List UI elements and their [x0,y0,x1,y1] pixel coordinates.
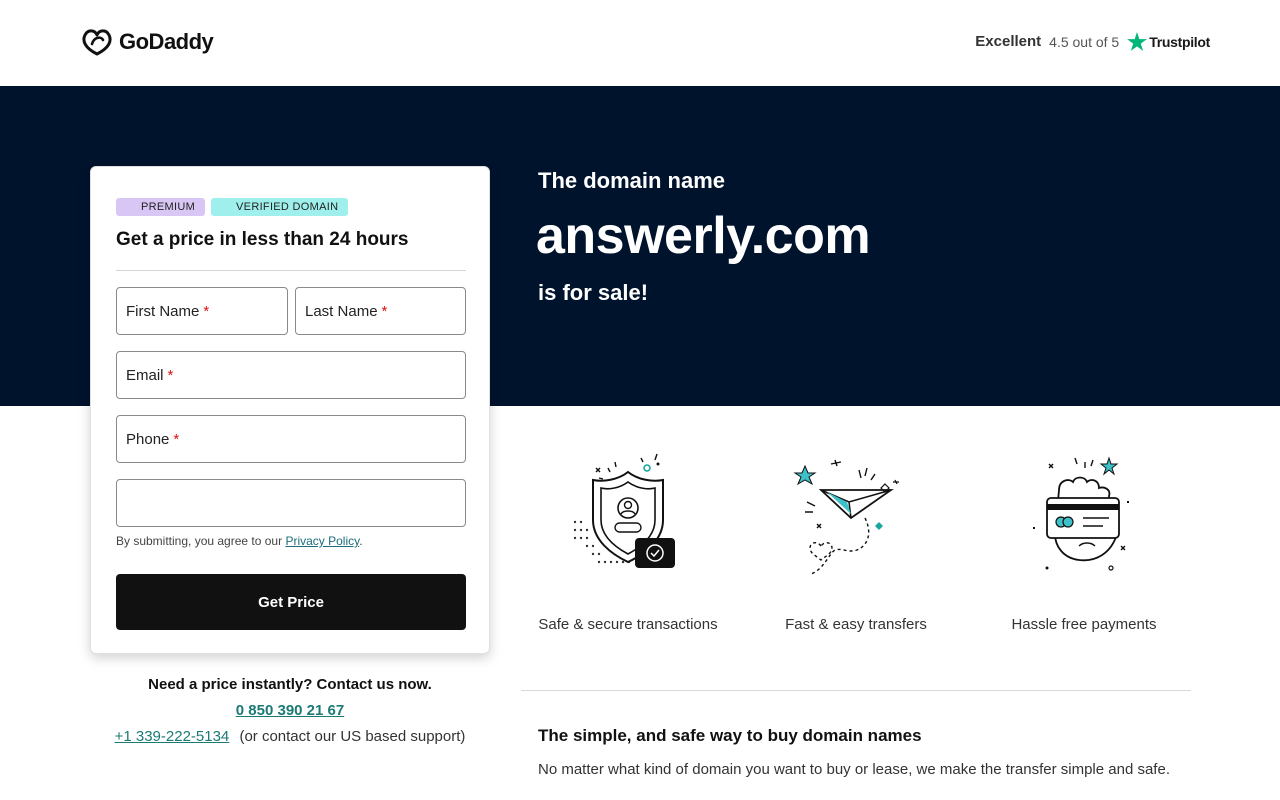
verified-domain-badge: VERIFIED DOMAIN [211,198,349,216]
required-mark: * [203,302,210,320]
badge-row: PREMIUM VERIFIED DOMAIN [116,198,349,216]
required-mark: * [381,302,388,320]
us-support-note: (or contact our US based support) [239,728,466,745]
feature-secure: Safe & secure transactions [518,450,738,633]
last-name-field[interactable]: Last Name * [295,287,466,335]
hero-subtitle: The domain name [538,168,726,193]
card-payment-icon [974,450,1194,590]
phone-field[interactable]: Phone * [116,415,466,463]
godaddy-logo[interactable]: GoDaddy [81,28,214,56]
contact-section: Need a price instantly? Contact us now. … [90,676,490,745]
trustpilot-brand: Trustpilot [1127,32,1210,51]
form-title: Get a price in less than 24 hours [116,229,409,250]
trustpilot-label: Trustpilot [1149,33,1210,50]
first-name-field[interactable]: First Name * [116,287,288,335]
section-divider [521,690,1191,691]
star-icon [1127,32,1148,51]
brand-name: GoDaddy [119,29,214,54]
phone-label: Phone [126,430,170,448]
godaddy-logo-icon [82,29,112,56]
feature-payments: Hassle free payments [974,450,1194,633]
feature-secure-label: Safe & secure transactions [538,616,718,633]
required-mark: * [173,430,180,448]
required-mark: * [167,366,174,384]
info-paragraph: No matter what kind of domain you want t… [538,761,1170,778]
us-phone-link[interactable]: +1 339-222-5134 [115,728,230,745]
us-support-line: +1 339-222-5134 (or contact our US based… [90,728,490,745]
site-header: GoDaddy Excellent 4.5 out of 5 Trustpilo… [0,0,1280,86]
hero-domain-name: answerly.com [536,207,871,265]
feature-transfers-label: Fast & easy transfers [785,616,927,633]
disclaimer-text: By submitting, you agree to our [116,534,283,548]
additional-field[interactable] [116,479,466,527]
form-divider [116,270,466,271]
get-price-button[interactable]: Get Price [116,574,466,630]
feature-transfers: Fast & easy transfers [746,450,966,633]
paper-plane-icon [746,450,966,590]
privacy-disclaimer: By submitting, you agree to our Privacy … [116,534,363,548]
email-label: Email [126,366,164,384]
last-name-label: Last Name [305,302,378,320]
trustpilot-rating[interactable]: Excellent 4.5 out of 5 Trustpilot [975,32,1210,51]
premium-badge: PREMIUM [116,198,206,216]
trust-label: Excellent [975,33,1042,50]
disclaimer-end: . [359,534,363,548]
first-name-label: First Name [126,302,200,320]
trust-score: 4.5 out of 5 [1049,33,1120,50]
contact-question: Need a price instantly? Contact us now. [148,676,432,693]
feature-payments-label: Hassle free payments [1011,616,1157,633]
info-heading: The simple, and safe way to buy domain n… [538,726,922,745]
privacy-policy-link[interactable]: Privacy Policy [285,534,359,548]
shield-icon [518,450,738,590]
email-field[interactable]: Email * [116,351,466,399]
price-request-form: PREMIUM VERIFIED DOMAIN Get a price in l… [90,166,490,654]
local-phone-link[interactable]: 0 850 390 21 67 [90,702,490,719]
hero-tagline: is for sale! [538,280,649,305]
